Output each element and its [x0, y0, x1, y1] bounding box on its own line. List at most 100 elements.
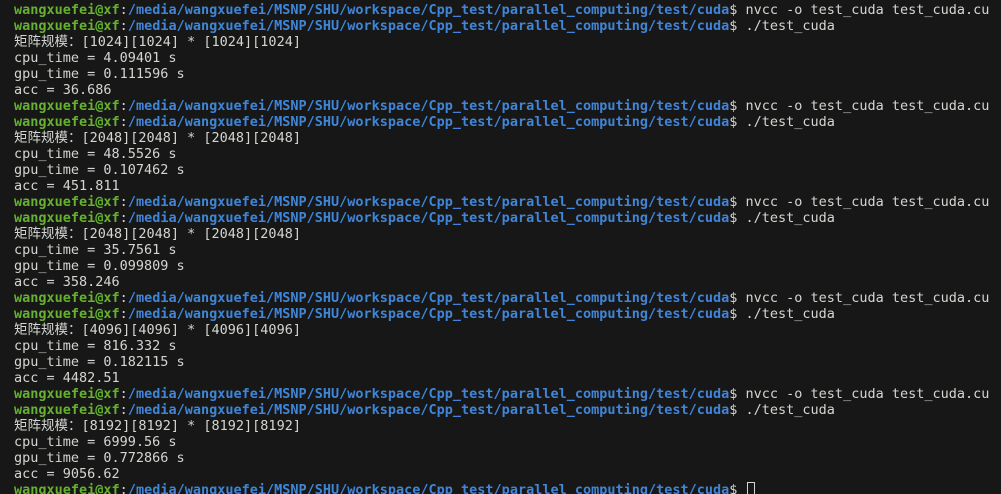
prompt-dollar: $: [729, 114, 746, 130]
prompt-path: /media/wangxuefei/MSNP/SHU/workspace/Cpp…: [127, 2, 730, 18]
prompt-path: /media/wangxuefei/MSNP/SHU/workspace/Cpp…: [127, 210, 730, 226]
output-text: cpu_time = 4.09401 s: [14, 50, 177, 66]
output-line: gpu_time = 0.111596 s: [14, 66, 1001, 82]
output-text: 矩阵规模：[1024][1024] * [1024][1024]: [14, 34, 301, 50]
command-text: nvcc -o test_cuda test_cuda.cu: [745, 290, 990, 306]
prompt-path: /media/wangxuefei/MSNP/SHU/workspace/Cpp…: [127, 194, 730, 210]
prompt-user-host: wangxuefei@xf: [14, 306, 120, 322]
output-line: cpu_time = 35.7561 s: [14, 242, 1001, 258]
command-text: nvcc -o test_cuda test_cuda.cu: [745, 2, 990, 18]
prompt-path: /media/wangxuefei/MSNP/SHU/workspace/Cpp…: [127, 114, 730, 130]
output-text: 矩阵规模：[8192][8192] * [8192][8192]: [14, 418, 301, 434]
prompt-line: wangxuefei@xf:/media/wangxuefei/MSNP/SHU…: [14, 402, 1001, 418]
command-text: nvcc -o test_cuda test_cuda.cu: [745, 98, 990, 114]
prompt-colon: :: [119, 290, 128, 306]
output-text: cpu_time = 35.7561 s: [14, 242, 177, 258]
prompt-colon: :: [119, 482, 128, 494]
prompt-colon: :: [119, 18, 128, 34]
prompt-dollar: $: [729, 402, 746, 418]
output-text: cpu_time = 48.5526 s: [14, 146, 177, 162]
output-line: cpu_time = 48.5526 s: [14, 146, 1001, 162]
prompt-path: /media/wangxuefei/MSNP/SHU/workspace/Cpp…: [127, 482, 730, 494]
command-text: ./test_cuda: [745, 306, 835, 322]
prompt-user-host: wangxuefei@xf: [14, 2, 120, 18]
output-text: acc = 9056.62: [14, 466, 120, 482]
command-text: ./test_cuda: [745, 18, 835, 34]
prompt-colon: :: [119, 194, 128, 210]
prompt-line: wangxuefei@xf:/media/wangxuefei/MSNP/SHU…: [14, 482, 1001, 494]
output-text: acc = 4482.51: [14, 370, 120, 386]
prompt-path: /media/wangxuefei/MSNP/SHU/workspace/Cpp…: [127, 306, 730, 322]
command-text: ./test_cuda: [745, 210, 835, 226]
prompt-colon: :: [119, 306, 128, 322]
output-text: acc = 36.686: [14, 82, 112, 98]
output-text: 矩阵规模：[2048][2048] * [2048][2048]: [14, 130, 301, 146]
command-text: ./test_cuda: [745, 114, 835, 130]
output-line: gpu_time = 0.182115 s: [14, 354, 1001, 370]
prompt-colon: :: [119, 98, 128, 114]
prompt-colon: :: [119, 386, 128, 402]
prompt-colon: :: [119, 210, 128, 226]
prompt-line: wangxuefei@xf:/media/wangxuefei/MSNP/SHU…: [14, 194, 1001, 210]
output-text: cpu_time = 816.332 s: [14, 338, 177, 354]
output-line: acc = 358.246: [14, 274, 1001, 290]
output-text: gpu_time = 0.772866 s: [14, 450, 185, 466]
terminal-window[interactable]: wangxuefei@xf:/media/wangxuefei/MSNP/SHU…: [0, 0, 1001, 494]
prompt-dollar: $: [729, 18, 746, 34]
cursor-block[interactable]: [746, 482, 755, 494]
output-line: acc = 451.811: [14, 178, 1001, 194]
prompt-dollar: $: [729, 194, 746, 210]
output-line: 矩阵规模：[2048][2048] * [2048][2048]: [14, 226, 1001, 242]
command-text: nvcc -o test_cuda test_cuda.cu: [745, 386, 990, 402]
prompt-path: /media/wangxuefei/MSNP/SHU/workspace/Cpp…: [127, 402, 730, 418]
output-line: acc = 36.686: [14, 82, 1001, 98]
output-line: cpu_time = 4.09401 s: [14, 50, 1001, 66]
output-line: 矩阵规模：[1024][1024] * [1024][1024]: [14, 34, 1001, 50]
prompt-dollar: $: [729, 290, 746, 306]
command-text: nvcc -o test_cuda test_cuda.cu: [745, 194, 990, 210]
prompt-user-host: wangxuefei@xf: [14, 482, 120, 494]
output-text: gpu_time = 0.099809 s: [14, 258, 185, 274]
prompt-user-host: wangxuefei@xf: [14, 114, 120, 130]
prompt-line: wangxuefei@xf:/media/wangxuefei/MSNP/SHU…: [14, 2, 1001, 18]
prompt-path: /media/wangxuefei/MSNP/SHU/workspace/Cpp…: [127, 18, 730, 34]
prompt-colon: :: [119, 2, 128, 18]
prompt-colon: :: [119, 402, 128, 418]
prompt-user-host: wangxuefei@xf: [14, 194, 120, 210]
prompt-line: wangxuefei@xf:/media/wangxuefei/MSNP/SHU…: [14, 98, 1001, 114]
prompt-user-host: wangxuefei@xf: [14, 386, 120, 402]
output-line: gpu_time = 0.107462 s: [14, 162, 1001, 178]
prompt-path: /media/wangxuefei/MSNP/SHU/workspace/Cpp…: [127, 290, 730, 306]
prompt-user-host: wangxuefei@xf: [14, 402, 120, 418]
prompt-user-host: wangxuefei@xf: [14, 98, 120, 114]
output-line: acc = 4482.51: [14, 370, 1001, 386]
output-text: acc = 358.246: [14, 274, 120, 290]
output-text: 矩阵规模：[4096][4096] * [4096][4096]: [14, 322, 301, 338]
output-text: gpu_time = 0.182115 s: [14, 354, 185, 370]
prompt-user-host: wangxuefei@xf: [14, 210, 120, 226]
output-text: acc = 451.811: [14, 178, 120, 194]
prompt-dollar: $: [729, 482, 746, 494]
prompt-path: /media/wangxuefei/MSNP/SHU/workspace/Cpp…: [127, 98, 730, 114]
output-line: 矩阵规模：[4096][4096] * [4096][4096]: [14, 322, 1001, 338]
prompt-user-host: wangxuefei@xf: [14, 290, 120, 306]
output-text: cpu_time = 6999.56 s: [14, 434, 177, 450]
prompt-line: wangxuefei@xf:/media/wangxuefei/MSNP/SHU…: [14, 210, 1001, 226]
prompt-dollar: $: [729, 306, 746, 322]
output-text: 矩阵规模：[2048][2048] * [2048][2048]: [14, 226, 301, 242]
output-text: gpu_time = 0.107462 s: [14, 162, 185, 178]
prompt-line: wangxuefei@xf:/media/wangxuefei/MSNP/SHU…: [14, 306, 1001, 322]
output-line: 矩阵规模：[8192][8192] * [8192][8192]: [14, 418, 1001, 434]
prompt-colon: :: [119, 114, 128, 130]
prompt-dollar: $: [729, 2, 746, 18]
prompt-line: wangxuefei@xf:/media/wangxuefei/MSNP/SHU…: [14, 386, 1001, 402]
prompt-user-host: wangxuefei@xf: [14, 18, 120, 34]
prompt-dollar: $: [729, 98, 746, 114]
prompt-line: wangxuefei@xf:/media/wangxuefei/MSNP/SHU…: [14, 290, 1001, 306]
output-line: acc = 9056.62: [14, 466, 1001, 482]
output-text: gpu_time = 0.111596 s: [14, 66, 185, 82]
prompt-dollar: $: [729, 210, 746, 226]
output-line: cpu_time = 6999.56 s: [14, 434, 1001, 450]
prompt-line: wangxuefei@xf:/media/wangxuefei/MSNP/SHU…: [14, 18, 1001, 34]
prompt-dollar: $: [729, 386, 746, 402]
